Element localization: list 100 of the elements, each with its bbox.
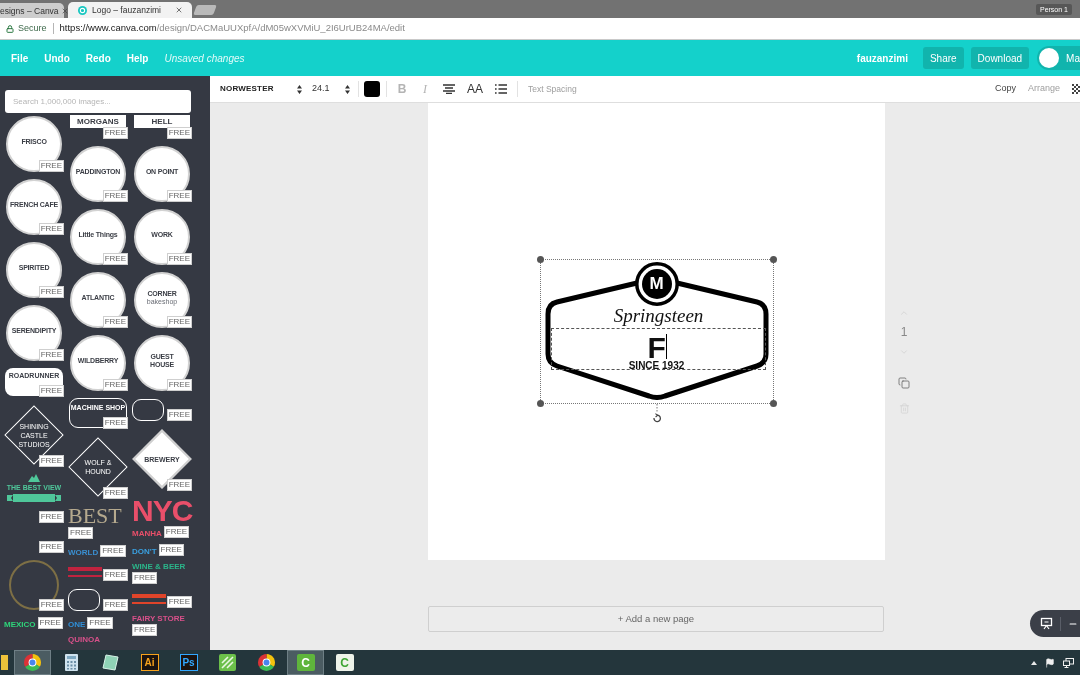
free-badge: FREE (102, 487, 128, 499)
free-badge: FREE (132, 572, 158, 584)
free-badge: FREE (102, 569, 128, 581)
logo-template-thumbnail[interactable] (132, 399, 164, 421)
resize-handle[interactable] (536, 400, 544, 407)
taskbar-button[interactable]: Ps (170, 650, 207, 675)
free-badge: FREE (38, 511, 64, 523)
free-badge: FREE (38, 349, 64, 361)
logo-template-text[interactable]: DON'T (132, 547, 157, 556)
app-logo-tile: C (335, 654, 354, 671)
emblem-letter: M (648, 274, 665, 294)
username: fauzanzimi (856, 51, 908, 66)
tab-title: Logo – fauzanzimi (92, 5, 161, 15)
free-badge: FREE (166, 409, 192, 421)
calculator-icon (65, 654, 78, 671)
logo-template-thumbnail[interactable]: HELL (134, 115, 190, 128)
taskbar-button[interactable] (14, 650, 51, 675)
free-badge: FREE (38, 599, 64, 611)
free-badge: FREE (166, 379, 192, 391)
free-badge: FREE (38, 455, 64, 467)
free-badge: FREE (163, 526, 190, 538)
free-badge: FREE (102, 316, 128, 328)
text-color-swatch[interactable] (364, 81, 380, 97)
font-size-value: 24.1 (312, 82, 330, 96)
app-logo-tile: C (296, 654, 315, 671)
logo-template-thumbnail[interactable]: MORGANS (70, 115, 126, 128)
url-text[interactable]: https://www.canva.com/design/DACMaUUXpfA/dM05wXVMiU_2I6UrUB24MA/edit (59, 21, 405, 36)
stepper-arrows-icon[interactable] (345, 84, 350, 94)
security-label: Secure (18, 21, 47, 35)
free-badge: FREE (102, 417, 128, 429)
resize-handle[interactable] (769, 256, 777, 263)
script-title: Springsteen (613, 306, 704, 326)
free-badge: FREE (102, 379, 128, 391)
stepper-arrows-icon[interactable] (297, 84, 302, 94)
free-badge: FREE (102, 190, 128, 202)
text-cursor-icon (665, 334, 667, 359)
template-title: MORGANS (77, 117, 119, 126)
free-badge: FREE (166, 479, 192, 491)
resize-handle[interactable] (769, 400, 777, 407)
list-icon (495, 84, 507, 94)
rotate-handle-icon[interactable] (651, 404, 662, 424)
resize-handle[interactable] (536, 256, 544, 263)
align-center-icon (443, 84, 455, 94)
transparency-icon[interactable] (1072, 84, 1080, 94)
template-title: HELL (151, 117, 173, 126)
free-badge: FREE (166, 127, 192, 139)
folder-icon (1, 655, 8, 670)
search-field[interactable]: Search 1,000,000 images... (5, 90, 191, 113)
free-badge: FREE (68, 527, 94, 539)
ribbon-graphic (7, 494, 61, 502)
font-size-field[interactable]: 24.1 (312, 82, 350, 96)
tagline-text: SINCE 1932 (628, 360, 685, 372)
free-badge: FREE (38, 541, 64, 553)
free-badge: FREE (38, 286, 64, 298)
striped-tile-icon (219, 654, 236, 671)
tab-title: esigns – Canva (0, 5, 59, 16)
free-badge: FREE (100, 545, 126, 557)
save-status: Unsaved changes (164, 51, 245, 66)
tray-caret-icon[interactable] (1031, 660, 1037, 665)
font-dropdown[interactable]: NORWESTER (220, 83, 306, 95)
toolbar-action[interactable]: Copy (994, 82, 1016, 96)
browser-tab[interactable]: Logo – fauzanzimi (68, 2, 192, 18)
favicon-icon (78, 5, 87, 15)
logo-template-text[interactable]: WINE & BEER (132, 562, 186, 571)
mountain-icon (28, 474, 40, 482)
close-icon[interactable] (60, 6, 69, 15)
emblem-disc-icon (634, 262, 679, 306)
add-page-button[interactable]: + Add a new page (428, 606, 884, 632)
network-icon[interactable] (1063, 657, 1074, 668)
free-badge: FREE (166, 253, 192, 265)
logo-template-text[interactable]: BEST (68, 505, 122, 526)
flag-icon[interactable] (1045, 657, 1055, 668)
app-logo-tile: Ps (179, 654, 198, 671)
close-icon[interactable] (175, 6, 183, 14)
template-subtitle: MANHA (132, 529, 162, 538)
text-case-button[interactable]: AA (462, 78, 488, 100)
free-badge: FREE (132, 624, 158, 636)
logo-template-text[interactable]: MEXICO (4, 620, 36, 629)
free-badge: FREE (87, 617, 113, 629)
app-logo-tile: Ai (140, 654, 159, 671)
free-badge: FREE (38, 160, 64, 172)
account-label: Ma (1066, 51, 1080, 66)
free-badge: FREE (38, 223, 64, 235)
glass-pane-icon (102, 654, 119, 671)
free-badge: FREE (37, 617, 63, 629)
logo-template-thumbnail[interactable] (68, 589, 100, 611)
font-name: NORWESTER (220, 83, 274, 95)
presentation-icon[interactable] (1040, 617, 1053, 630)
browser-logo-icon (258, 654, 275, 671)
free-badge: FREE (166, 316, 192, 328)
free-badge: FREE (102, 253, 128, 265)
taskbar-button[interactable]: Ai (131, 650, 168, 675)
free-badge: FREE (102, 599, 128, 611)
free-badge: FREE (166, 596, 192, 608)
page-number: 1 (900, 326, 908, 339)
avatar-icon (1039, 48, 1060, 68)
free-badge: FREE (166, 190, 192, 202)
lock-icon (6, 24, 14, 33)
free-badge: FREE (158, 544, 184, 556)
free-badge: FREE (102, 127, 128, 139)
